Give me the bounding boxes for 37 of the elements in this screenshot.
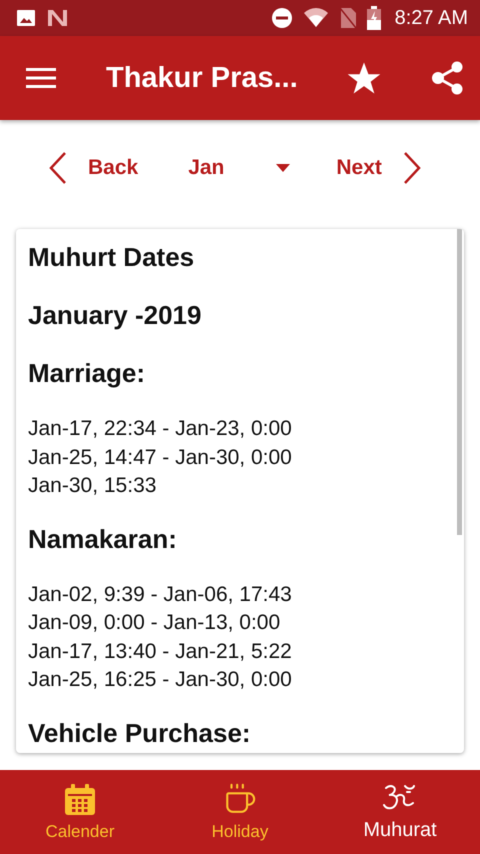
menu-icon[interactable] [26, 67, 56, 89]
date-range: Jan-25, 16:25 - Jan-30, 0:00 [28, 667, 293, 693]
section-heading: Namakaran: [28, 522, 178, 554]
star-icon[interactable] [346, 61, 382, 95]
n-logo-icon [46, 8, 68, 28]
battery-icon [366, 6, 381, 30]
tab-label: Calender [46, 822, 114, 842]
date-range: Jan-09, 0:00 - Jan-13, 0:00 [28, 610, 282, 636]
nav-tab[interactable]: Holiday [160, 770, 320, 854]
next-button[interactable]: Next [336, 151, 422, 185]
caret-icon [276, 164, 290, 172]
month-year-heading: January -2019 [28, 299, 202, 331]
cup-icon [223, 782, 257, 816]
tab-label: Holiday [212, 822, 268, 842]
date-range: Jan-17, 22:34 - Jan-23, 0:00 [28, 416, 293, 442]
chevron-right-icon [402, 151, 422, 185]
card-title: Muhurt Dates [28, 241, 196, 273]
wifi-icon [302, 8, 329, 28]
share-icon[interactable] [430, 61, 464, 95]
chevron-left-icon [48, 151, 68, 185]
no-sim-icon [338, 7, 357, 29]
date-range: Jan-17, 13:40 - Jan-21, 5:22 [28, 638, 293, 664]
date-range: Jan-02, 9:39 - Jan-06, 17:43 [28, 582, 293, 608]
section-heading: Vehicle Purchase: [28, 716, 252, 748]
clock-time: 8:27 AM [394, 6, 468, 30]
image-icon [16, 9, 36, 27]
calendar-icon [64, 784, 96, 816]
date-range: Jan-30, 15:33 [28, 473, 158, 499]
back-button[interactable]: Back [48, 151, 138, 185]
tab-label: Muhurat [363, 819, 437, 842]
nav-tab[interactable]: Muhurat [320, 770, 480, 854]
do-not-disturb-icon [270, 7, 293, 29]
section-heading: Marriage: [28, 357, 146, 389]
month-dropdown[interactable]: Jan [188, 156, 290, 180]
date-range: Jan-25, 14:47 - Jan-30, 0:00 [28, 444, 293, 470]
app-title: Thakur Pras... [106, 62, 299, 94]
nav-tab[interactable]: Calender [0, 770, 160, 854]
